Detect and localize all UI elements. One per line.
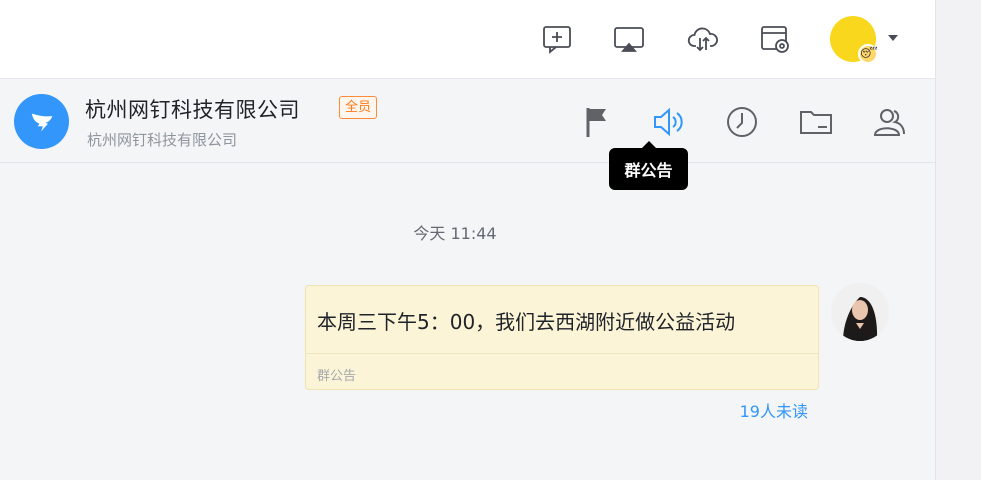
group-avatar[interactable] xyxy=(14,94,69,149)
announcement-label: 群公告 xyxy=(317,369,357,384)
message-timestamp: 今天 11:44 xyxy=(413,224,497,243)
flag-icon[interactable] xyxy=(577,102,617,142)
announcement-tooltip: 群公告 xyxy=(609,141,688,190)
top-toolbar: 😴 xyxy=(0,0,935,79)
history-icon[interactable] xyxy=(722,102,762,142)
card-divider xyxy=(306,353,818,354)
person-photo-icon xyxy=(831,283,889,341)
announcement-icon[interactable] xyxy=(649,102,689,142)
dingtalk-logo-icon xyxy=(31,113,52,131)
announcement-text: 本周三下午5：00，我们去西湖附近做公益活动 xyxy=(317,310,736,334)
chat-window: 😴 杭州网钉科技有限公司 全员 杭州网钉科技有限公司 群公告 今天 11:44 … xyxy=(0,0,935,480)
member-tag-badge: 全员 xyxy=(339,96,378,119)
members-icon[interactable] xyxy=(869,102,909,142)
side-panel-edge xyxy=(935,0,981,480)
cloud-sync-icon[interactable] xyxy=(686,22,720,56)
folder-icon[interactable] xyxy=(796,102,836,142)
screen-share-icon[interactable] xyxy=(612,22,646,56)
announcement-card[interactable]: 本周三下午5：00，我们去西湖附近做公益活动 群公告 xyxy=(305,285,819,390)
unread-count-link[interactable]: 19人未读 xyxy=(700,398,808,422)
group-title: 杭州网钉科技有限公司 xyxy=(85,98,300,122)
sender-avatar[interactable] xyxy=(831,283,889,341)
new-chat-icon[interactable] xyxy=(540,22,574,56)
chevron-down-icon[interactable] xyxy=(888,35,898,41)
user-avatar[interactable]: 😴 xyxy=(830,16,878,64)
status-emoji-icon: 😴 xyxy=(858,44,878,64)
group-subtitle: 杭州网钉科技有限公司 xyxy=(87,131,238,149)
chat-header: 杭州网钉科技有限公司 全员 杭州网钉科技有限公司 xyxy=(0,80,935,163)
calendar-settings-icon[interactable] xyxy=(758,22,792,56)
